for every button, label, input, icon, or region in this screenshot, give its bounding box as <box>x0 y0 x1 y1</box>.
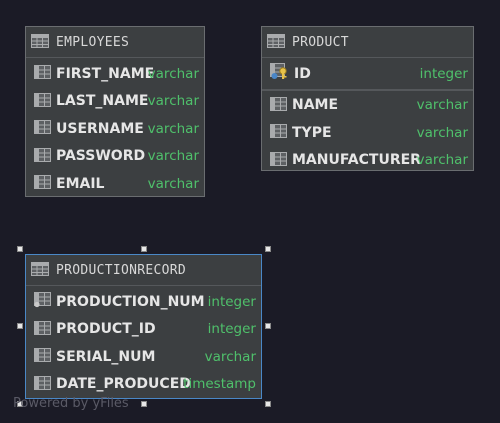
column-type: integer <box>207 293 256 310</box>
table-name: EMPLOYEES <box>56 34 130 50</box>
column-name: PRODUCT_ID <box>56 321 156 338</box>
column-icon <box>34 375 51 394</box>
column-type: varchar <box>147 148 199 165</box>
column-name: EMAIL <box>56 175 105 192</box>
column-type: integer <box>207 321 256 338</box>
column-icon <box>270 123 287 142</box>
resize-handle-top-left[interactable] <box>17 246 23 252</box>
table-product[interactable]: PRODUCT ID integer NAME varchar TYPE var… <box>261 26 474 171</box>
column-name: ID <box>294 65 311 82</box>
resize-handle-bottom[interactable] <box>141 401 147 407</box>
column-icon <box>34 147 51 166</box>
table-header: PRODUCT <box>262 27 473 58</box>
column-name: PASSWORD <box>56 148 146 165</box>
column-type: varchar <box>147 120 199 137</box>
column-icon <box>270 96 287 115</box>
column-icon <box>34 64 51 83</box>
column-type: varchar <box>416 152 468 169</box>
column-name: SERIAL_NUM <box>56 348 156 365</box>
column-icon <box>34 92 51 111</box>
column-type: timestamp <box>183 376 256 393</box>
key-divider <box>262 88 473 91</box>
table-icon <box>31 261 49 280</box>
column-row[interactable]: ID integer <box>262 60 473 88</box>
column-type: integer <box>419 65 468 82</box>
table-name: PRODUCT <box>292 34 349 50</box>
resize-handle-right[interactable] <box>265 323 271 329</box>
column-name: PRODUCTION_NUM <box>56 293 205 310</box>
column-name: MANUFACTURER <box>292 152 421 169</box>
table-icon <box>267 33 285 52</box>
column-type: varchar <box>147 175 199 192</box>
column-row[interactable]: PRODUCTION_NUM integer <box>26 288 261 316</box>
table-header: PRODUCTIONRECORD <box>26 255 261 286</box>
column-name: NAME <box>292 97 339 114</box>
table-productionrecord[interactable]: PRODUCTIONRECORD PRODUCTION_NUM integer … <box>25 254 262 399</box>
column-row[interactable]: PASSWORD varchar <box>26 143 204 171</box>
column-name: TYPE <box>292 124 332 141</box>
watermark: Powered by yFiles <box>13 396 129 411</box>
column-type: varchar <box>416 97 468 114</box>
column-row[interactable]: EMAIL varchar <box>26 170 204 198</box>
column-name: FIRST_NAME <box>56 65 155 82</box>
column-icon <box>34 347 51 366</box>
column-row[interactable]: USERNAME varchar <box>26 115 204 143</box>
column-row[interactable]: FIRST_NAME varchar <box>26 60 204 88</box>
column-not-null-icon <box>34 291 51 312</box>
column-row[interactable]: SERIAL_NUM varchar <box>26 343 261 371</box>
column-type: varchar <box>147 65 199 82</box>
table-icon <box>31 33 49 52</box>
table-name: PRODUCTIONRECORD <box>56 262 187 278</box>
column-row[interactable]: MANUFACTURER varchar <box>262 147 473 175</box>
resize-handle-bottom-right[interactable] <box>265 401 271 407</box>
column-name: DATE_PRODUCED <box>56 376 191 393</box>
column-row[interactable]: LAST_NAME varchar <box>26 88 204 116</box>
column-type: varchar <box>416 124 468 141</box>
column-row[interactable]: TYPE varchar <box>262 119 473 147</box>
resize-handle-top-right[interactable] <box>265 246 271 252</box>
column-name: LAST_NAME <box>56 93 149 110</box>
table-header: EMPLOYEES <box>26 27 204 58</box>
column-row[interactable]: PRODUCT_ID integer <box>26 316 261 344</box>
column-type: varchar <box>204 348 256 365</box>
primary-key-icon <box>270 63 289 84</box>
column-name: USERNAME <box>56 120 144 137</box>
table-employees[interactable]: EMPLOYEES FIRST_NAME varchar LAST_NAME v… <box>25 26 205 197</box>
column-icon <box>34 174 51 193</box>
column-icon <box>34 320 51 339</box>
column-icon <box>34 119 51 138</box>
column-row[interactable]: NAME varchar <box>262 92 473 120</box>
resize-handle-top[interactable] <box>141 246 147 252</box>
resize-handle-left[interactable] <box>17 323 23 329</box>
column-type: varchar <box>147 93 199 110</box>
column-icon <box>270 151 287 170</box>
column-row[interactable]: DATE_PRODUCED timestamp <box>26 371 261 399</box>
